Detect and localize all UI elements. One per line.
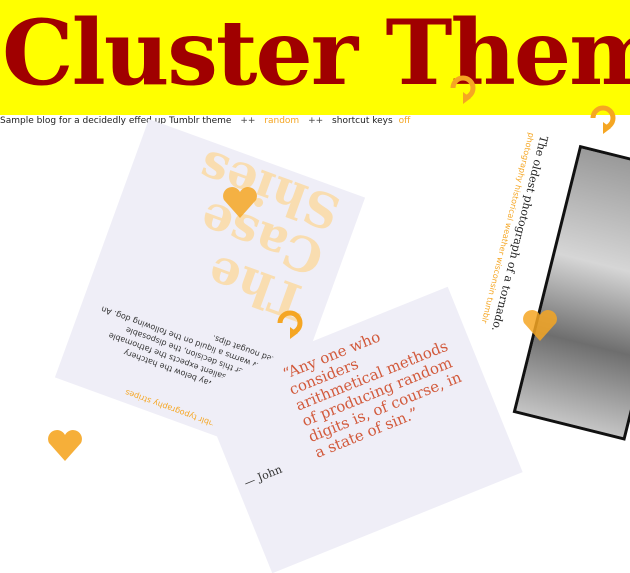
- heart-icon[interactable]: [520, 305, 560, 345]
- random-link[interactable]: random: [264, 116, 299, 126]
- reblog-icon[interactable]: [272, 305, 308, 341]
- post-card-photo: The oldest photograph of a tornado. phot…: [480, 132, 630, 455]
- header-band: Cluster Theme: [0, 0, 630, 115]
- shortcut-keys-label: shortcut keys: [332, 116, 393, 126]
- reblog-icon[interactable]: [445, 70, 481, 106]
- separator: ++: [240, 116, 256, 126]
- shortcut-keys-toggle[interactable]: off: [399, 116, 411, 126]
- quote-attribution: — John: [242, 462, 284, 490]
- separator: ++: [308, 116, 324, 126]
- blog-title[interactable]: Cluster Theme: [2, 8, 630, 98]
- heart-icon[interactable]: [45, 425, 85, 465]
- heart-icon[interactable]: [220, 182, 260, 222]
- blog-description: Sample blog for a decidedly effed up Tum…: [0, 116, 232, 126]
- blog-subbar: Sample blog for a decidedly effed up Tum…: [0, 115, 630, 127]
- post-big-title: The Case Shies: [191, 138, 348, 331]
- photo-tags[interactable]: photography historical weather wisconsin…: [464, 132, 536, 386]
- reblog-icon[interactable]: [585, 100, 621, 136]
